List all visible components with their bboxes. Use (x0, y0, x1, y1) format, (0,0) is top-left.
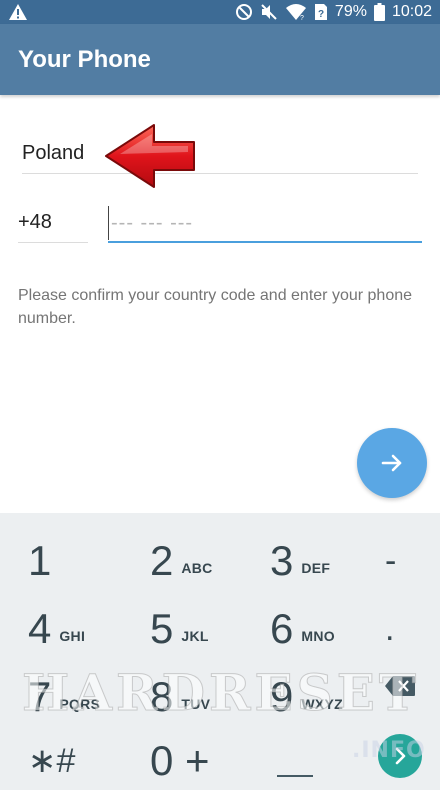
key-3[interactable]: 3 DEF (270, 527, 390, 595)
key-9[interactable]: 9 WXYZ (270, 663, 390, 731)
do-not-disturb-icon (235, 3, 253, 21)
hint-text: Please confirm your country code and ent… (18, 287, 413, 327)
country-selector[interactable]: Poland (22, 142, 84, 165)
backspace-key[interactable] (384, 675, 416, 697)
key-8[interactable]: 8 TUV (150, 663, 270, 731)
country-code-divider (18, 242, 88, 243)
key-7[interactable]: 7 PQRS (28, 663, 148, 731)
battery-icon (373, 3, 385, 21)
sim-unknown-icon: ? (314, 3, 328, 21)
enter-key[interactable] (378, 734, 422, 778)
warning-icon (8, 3, 28, 21)
key-dash[interactable]: - (385, 527, 425, 595)
key-5[interactable]: 5 JKL (150, 595, 270, 663)
chevron-right-icon (395, 747, 406, 765)
key-star-hash[interactable]: ∗# (28, 727, 148, 795)
arrow-right-icon (381, 454, 402, 472)
wifi-icon: ? (285, 3, 307, 21)
action-bar: Your Phone (0, 24, 440, 95)
backspace-icon (385, 676, 415, 696)
key-1[interactable]: 1 (28, 527, 148, 595)
status-time: 10:02 (391, 3, 432, 20)
svg-text:?: ? (318, 9, 324, 20)
space-key[interactable] (277, 775, 313, 777)
phone-number-input[interactable] (108, 206, 425, 240)
red-arrow-annotation (105, 124, 195, 188)
svg-text:?: ? (300, 15, 304, 21)
phone-input-underline (108, 241, 422, 243)
country-divider (22, 173, 418, 174)
key-2[interactable]: 2 ABC (150, 527, 270, 595)
key-0-plus[interactable]: 0 + (150, 727, 270, 795)
key-4[interactable]: 4 GHI (28, 595, 148, 663)
mute-icon (260, 3, 278, 21)
status-bar: ? ? 79% 10:02 (0, 0, 440, 24)
key-dot[interactable]: . (385, 595, 425, 663)
page-title: Your Phone (18, 46, 151, 73)
country-code-field[interactable]: +48 (18, 211, 52, 234)
key-6[interactable]: 6 MNO (270, 595, 390, 663)
next-button[interactable] (357, 428, 427, 498)
battery-percent: 79% (334, 3, 367, 20)
numeric-keyboard: 1 2 ABC 3 DEF - 4 GHI 5 JKL 6 MNO . 7 PQ… (0, 513, 440, 790)
